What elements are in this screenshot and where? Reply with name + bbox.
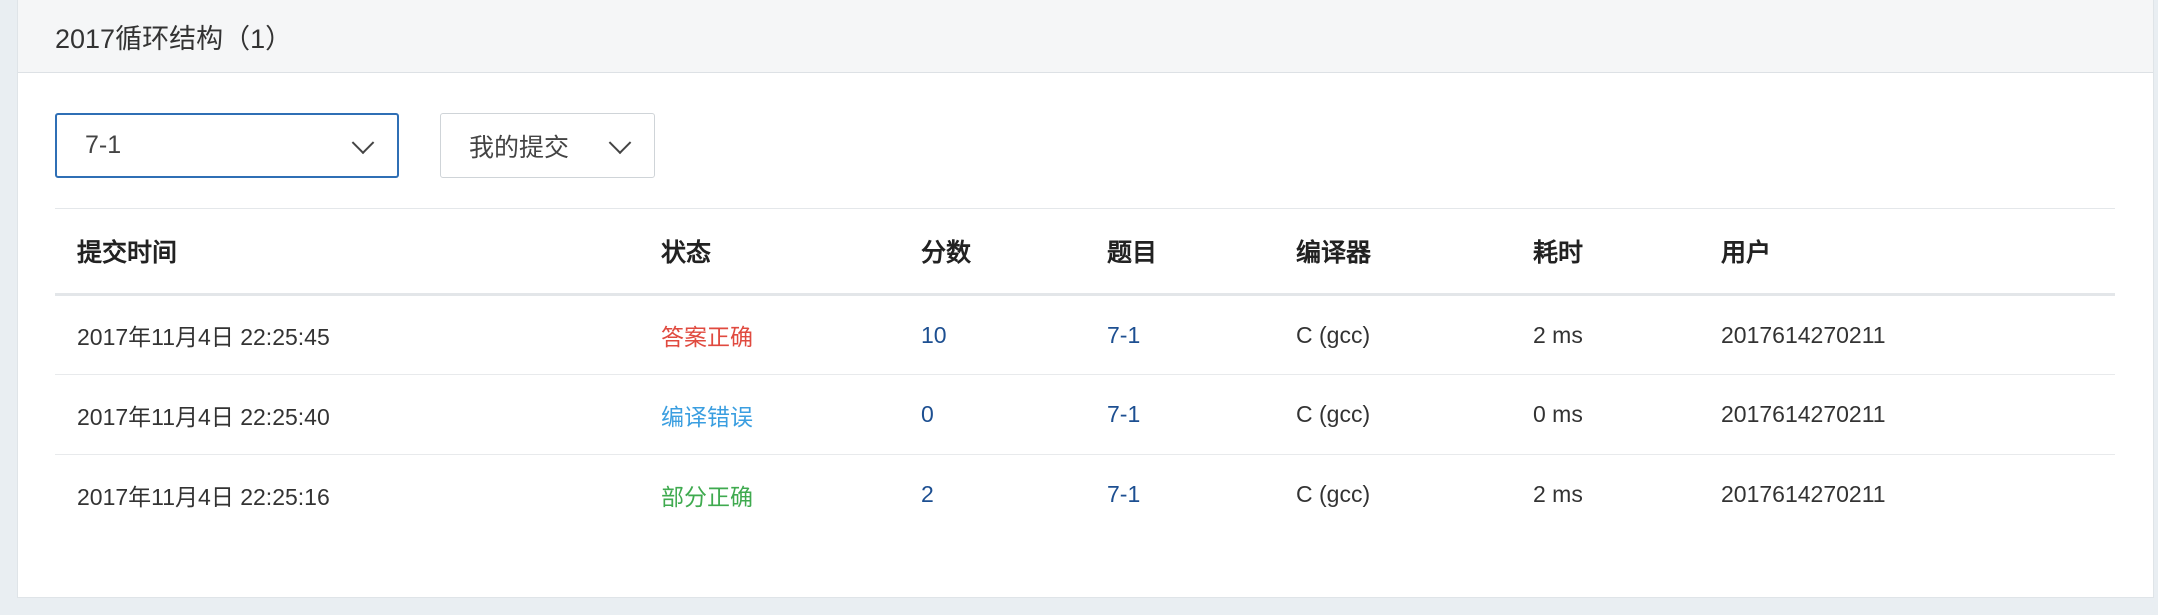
cell-submit-time: 2017年11月4日 22:25:40 — [77, 403, 330, 430]
problem-link[interactable]: 7-1 — [1085, 375, 1274, 455]
cell-submit-time: 2017年11月4日 22:25:16 — [77, 483, 330, 510]
cell-user: 2017614270211 — [1721, 401, 1886, 427]
cell-submit-time: 2017年11月4日 22:25:45 — [77, 324, 330, 350]
score-link[interactable]: 2 — [899, 455, 1085, 535]
chevron-down-icon — [351, 130, 375, 154]
submissions-table: 提交时间 状态 分数 题目 编译器 耗时 用户 2017年11月4日 22:25… — [55, 208, 2115, 535]
table-row: 2017年11月4日 22:25:45 答案正确 10 7-1 C (gcc) … — [55, 295, 2115, 375]
cell-user: 2017614270211 — [1721, 321, 1886, 348]
header-compiler: 编译器 — [1296, 239, 1372, 267]
table-row: 2017年11月4日 22:25:40 编译错误 0 7-1 C (gcc) 0… — [55, 375, 2115, 455]
header-score: 分数 — [921, 239, 972, 267]
cell-duration: 0 ms — [1533, 401, 1583, 427]
cell-duration: 2 ms — [1533, 481, 1583, 508]
chevron-down-icon — [608, 130, 632, 154]
cell-user: 2017614270211 — [1721, 481, 1886, 508]
scope-select[interactable]: 我的提交 — [440, 113, 655, 178]
problem-link[interactable]: 7-1 — [1085, 295, 1274, 375]
submissions-panel: 2017循环结构（1） 7-1 我的提交 提交时间 状态 分数 题目 编译器 耗… — [17, 0, 2154, 598]
header-duration: 耗时 — [1533, 239, 1584, 267]
panel-header: 2017循环结构（1） — [18, 0, 2153, 73]
scope-select-value: 我的提交 — [469, 133, 570, 162]
status-link-accepted[interactable]: 答案正确 — [639, 295, 899, 375]
problem-select[interactable]: 7-1 — [55, 113, 399, 178]
header-problem: 题目 — [1107, 239, 1158, 267]
problem-link[interactable]: 7-1 — [1085, 455, 1274, 535]
cell-compiler: C (gcc) — [1296, 481, 1371, 508]
cell-compiler: C (gcc) — [1296, 401, 1371, 427]
cell-duration: 2 ms — [1533, 321, 1583, 348]
header-user: 用户 — [1721, 239, 1772, 267]
status-link-compile-error[interactable]: 编译错误 — [639, 375, 899, 455]
panel-title: 2017循环结构（1） — [55, 23, 293, 54]
problem-select-value: 7-1 — [85, 131, 122, 159]
score-link[interactable]: 10 — [899, 295, 1085, 375]
submissions-table-wrap: 提交时间 状态 分数 题目 编译器 耗时 用户 2017年11月4日 22:25… — [55, 208, 2115, 535]
header-status: 状态 — [661, 239, 712, 267]
table-row: 2017年11月4日 22:25:16 部分正确 2 7-1 C (gcc) 2… — [55, 455, 2115, 535]
status-link-partial[interactable]: 部分正确 — [639, 455, 899, 535]
cell-compiler: C (gcc) — [1296, 321, 1371, 348]
header-submit-time: 提交时间 — [77, 239, 178, 267]
filter-bar: 7-1 我的提交 — [55, 113, 2158, 178]
score-link[interactable]: 0 — [899, 375, 1085, 455]
table-header-row: 提交时间 状态 分数 题目 编译器 耗时 用户 — [55, 208, 2115, 295]
